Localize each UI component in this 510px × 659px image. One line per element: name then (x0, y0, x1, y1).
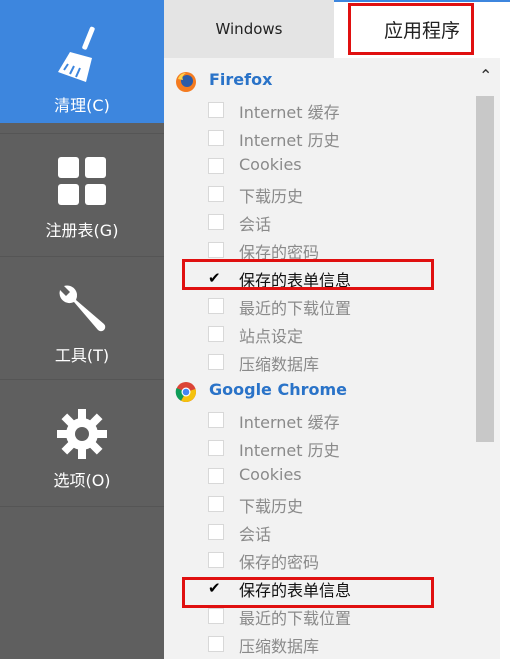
item-label: Cookies (239, 155, 302, 174)
tab-top-border (334, 0, 510, 2)
item-label: 站点设定 (239, 327, 304, 346)
scrollbar-thumb[interactable] (476, 96, 494, 442)
chevron-up-icon[interactable]: ⌃ (479, 68, 492, 84)
item-label: 最近的下载位置 (239, 609, 352, 628)
group-title: Firefox (209, 70, 273, 89)
item-label: 保存的密码 (239, 553, 320, 572)
checkbox[interactable] (208, 636, 224, 652)
item-label: 会话 (239, 215, 272, 234)
checkbox[interactable] (208, 102, 224, 118)
sidebar-item-label: 工具(T) (54, 346, 110, 365)
checkbox[interactable] (208, 214, 224, 230)
list-item[interactable]: Cookies (164, 462, 470, 490)
tab-label: Windows (215, 20, 283, 38)
sidebar-item-options[interactable]: 选项(O) (0, 379, 164, 502)
checkbox[interactable] (208, 524, 224, 540)
item-label: Internet 历史 (239, 131, 340, 150)
item-label: 下载历史 (239, 187, 304, 206)
checkbox[interactable] (208, 440, 224, 456)
checkbox[interactable] (208, 608, 224, 624)
list-item[interactable]: Internet 历史 (164, 434, 470, 462)
app-window: 清理(C) 注册表(G) 工具(T) 选项(O) Windows 应用程序 Fi… (0, 0, 510, 659)
item-label: Internet 缓存 (239, 413, 340, 432)
tab-windows[interactable]: Windows (164, 0, 334, 58)
checkbox[interactable] (208, 552, 224, 568)
sidebar: 清理(C) 注册表(G) 工具(T) 选项(O) (0, 0, 164, 659)
list-item[interactable]: 站点设定 (164, 320, 470, 348)
sidebar-item-clean[interactable]: 清理(C) (0, 0, 164, 123)
list-item[interactable]: 保存的密码 (164, 546, 470, 574)
item-label: Internet 缓存 (239, 103, 340, 122)
list-item[interactable]: 最近的下载位置 (164, 292, 470, 320)
highlight-box (182, 577, 434, 608)
list-item[interactable]: 下载历史 (164, 180, 470, 208)
chrome-icon (175, 381, 197, 403)
broom-icon (56, 24, 108, 88)
checkbox[interactable] (208, 326, 224, 342)
list-item[interactable]: Internet 缓存 (164, 406, 470, 434)
list-item[interactable]: Internet 缓存 (164, 96, 470, 124)
sidebar-item-label: 注册表(G) (45, 221, 119, 240)
checkbox[interactable] (208, 468, 224, 484)
checkbox[interactable] (208, 412, 224, 428)
list-item[interactable]: 会话 (164, 518, 470, 546)
wrench-icon (54, 280, 110, 340)
checkbox[interactable] (208, 158, 224, 174)
highlight-box (182, 259, 434, 290)
gear-icon (57, 409, 107, 463)
list-item[interactable]: 压缩数据库 (164, 348, 470, 376)
divider (0, 506, 164, 507)
grid-icon (58, 157, 106, 209)
item-label: 会话 (239, 525, 272, 544)
highlight-box (348, 3, 474, 55)
sidebar-item-registry[interactable]: 注册表(G) (0, 133, 164, 256)
checkbox[interactable] (208, 186, 224, 202)
firefox-icon (175, 71, 197, 93)
list-item[interactable]: 会话 (164, 208, 470, 236)
sidebar-item-label: 选项(O) (53, 471, 111, 490)
item-label: 压缩数据库 (239, 355, 320, 374)
sidebar-item-label: 清理(C) (54, 96, 110, 115)
cleanup-list: Firefox Internet 缓存 Internet 历史 Cookies … (164, 58, 470, 659)
checkbox[interactable] (208, 242, 224, 258)
list-item[interactable]: 下载历史 (164, 490, 470, 518)
checkbox[interactable] (208, 354, 224, 370)
group-header-chrome: Google Chrome (164, 376, 470, 406)
item-label: Internet 历史 (239, 441, 340, 460)
list-item[interactable]: Internet 历史 (164, 124, 470, 152)
group-header-firefox: Firefox (164, 66, 470, 96)
vertical-scrollbar[interactable]: ⌃ (470, 58, 500, 659)
item-label: 最近的下载位置 (239, 299, 352, 318)
item-label: 下载历史 (239, 497, 304, 516)
item-label: 压缩数据库 (239, 637, 320, 656)
list-item[interactable]: Cookies (164, 152, 470, 180)
list-item[interactable]: 压缩数据库 (164, 630, 470, 658)
checkbox[interactable] (208, 298, 224, 314)
checkbox[interactable] (208, 496, 224, 512)
item-label: Cookies (239, 465, 302, 484)
checkbox[interactable] (208, 130, 224, 146)
sidebar-item-tools[interactable]: 工具(T) (0, 256, 164, 379)
group-title: Google Chrome (209, 380, 348, 399)
